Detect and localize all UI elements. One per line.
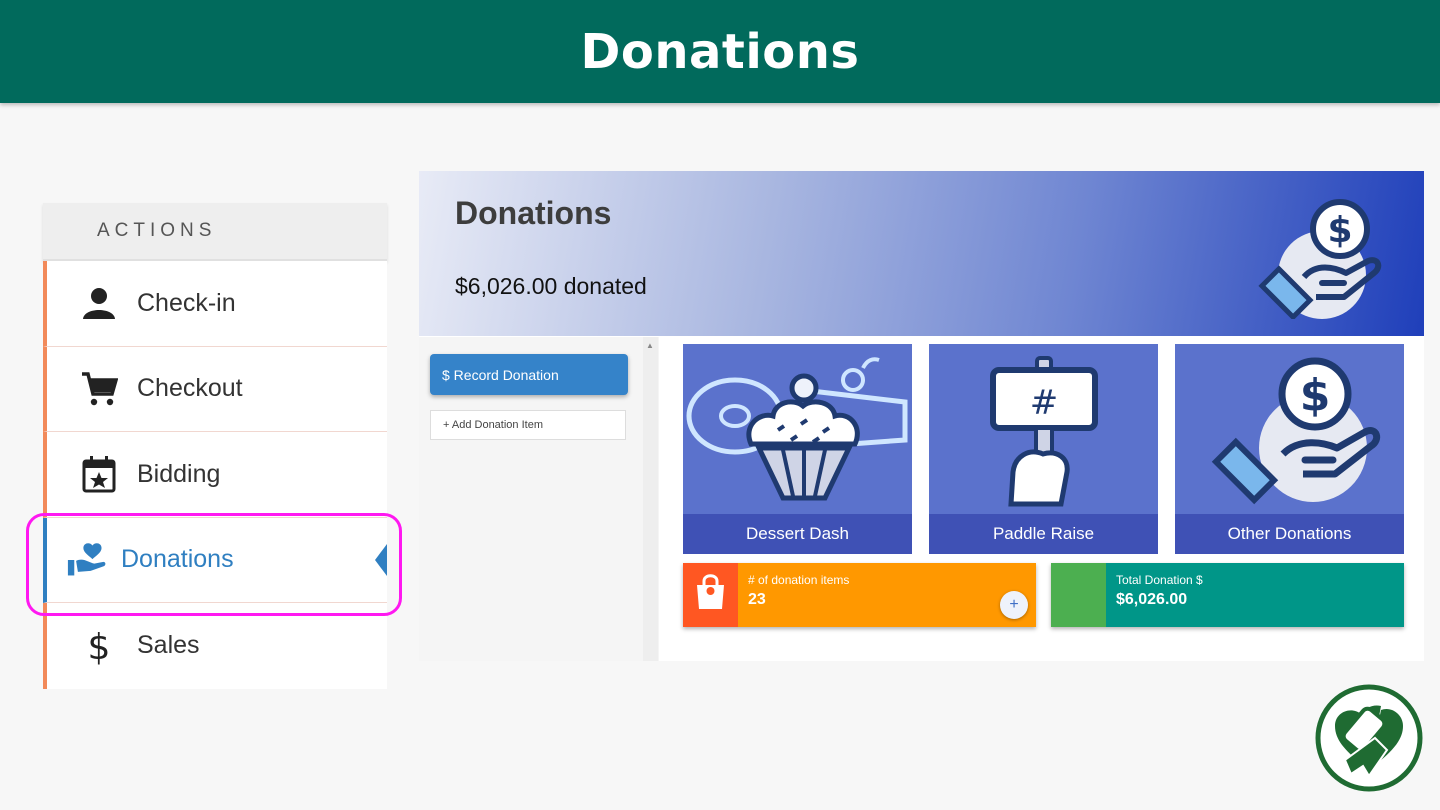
stat-value: $6,026.00 [1116,591,1188,608]
scrollbar[interactable]: ▲ [643,337,658,661]
stat-label: # of donation items [748,573,850,587]
tile-dessert-dash[interactable]: Dessert Dash [683,344,912,554]
active-indicator-arrow [375,543,387,576]
stat-donation-items: # of donation items 23 + [683,563,1036,627]
sidebar-item-label: Sales [137,631,200,660]
add-item-plus-button[interactable]: + [1000,591,1028,619]
dollar-icon: $ [79,626,119,666]
sidebar-item-checkout[interactable]: Checkout [43,346,387,432]
sidebar-header: ACTIONS [43,203,387,261]
top-bar: Donations [0,0,1440,103]
donations-panel: Donations $6,026.00 donated $ $ Record D… [419,171,1424,661]
sidebar-item-label: Checkout [137,374,243,403]
sidebar-item-sales[interactable]: $ Sales [43,603,387,689]
cupcake-icon [686,357,908,501]
svg-text:$: $ [1300,370,1331,421]
svg-text:$: $ [1327,210,1352,251]
person-icon [79,283,119,323]
stat-total-donation: Total Donation $ $6,026.00 [1051,563,1404,627]
svg-text:#: # [1030,383,1059,423]
sidebar-item-bidding[interactable]: Bidding [43,432,387,518]
tile-label: Other Donations [1175,514,1404,554]
page-title: Donations [580,23,860,80]
add-donation-item-button[interactable]: + Add Donation Item [430,410,626,440]
donated-total: $6,026.00 donated [455,273,647,299]
paddle-icon: # [990,356,1098,507]
actions-sidebar: ACTIONS Check-in Checkout Bidding Donati… [43,203,387,689]
hand-dollar-icon: $ [1258,199,1382,319]
tile-label: Paddle Raise [929,514,1158,554]
donation-actions-column: $ Record Donation + Add Donation Item [419,337,659,661]
donations-banner: Donations $6,026.00 donated $ [419,171,1424,336]
tile-label: Dessert Dash [683,514,912,554]
sidebar-item-donations[interactable]: Donations [43,517,387,603]
record-donation-button[interactable]: $ Record Donation [430,354,628,395]
sidebar-item-label: Check-in [137,288,236,317]
calendar-star-icon [79,454,119,494]
donation-hand-icon [67,540,107,580]
svg-text:$: $ [88,627,111,666]
tile-paddle-raise[interactable]: # Paddle Raise [929,344,1158,554]
brand-logo-icon [1315,684,1423,792]
stat-color-block [1051,563,1106,627]
hand-dollar-icon: $ [1211,357,1381,505]
tile-other-donations[interactable]: $ Other Donations [1175,344,1404,554]
bag-icon [683,563,738,627]
sidebar-item-check-in[interactable]: Check-in [43,261,387,347]
sidebar-item-label: Donations [121,545,234,574]
stat-label: Total Donation $ [1116,573,1203,587]
stat-value: 23 [748,591,766,608]
cart-icon [79,369,119,409]
panel-title: Donations [455,195,612,231]
sidebar-item-label: Bidding [137,459,221,488]
scroll-up-arrow-icon[interactable]: ▲ [646,341,654,350]
